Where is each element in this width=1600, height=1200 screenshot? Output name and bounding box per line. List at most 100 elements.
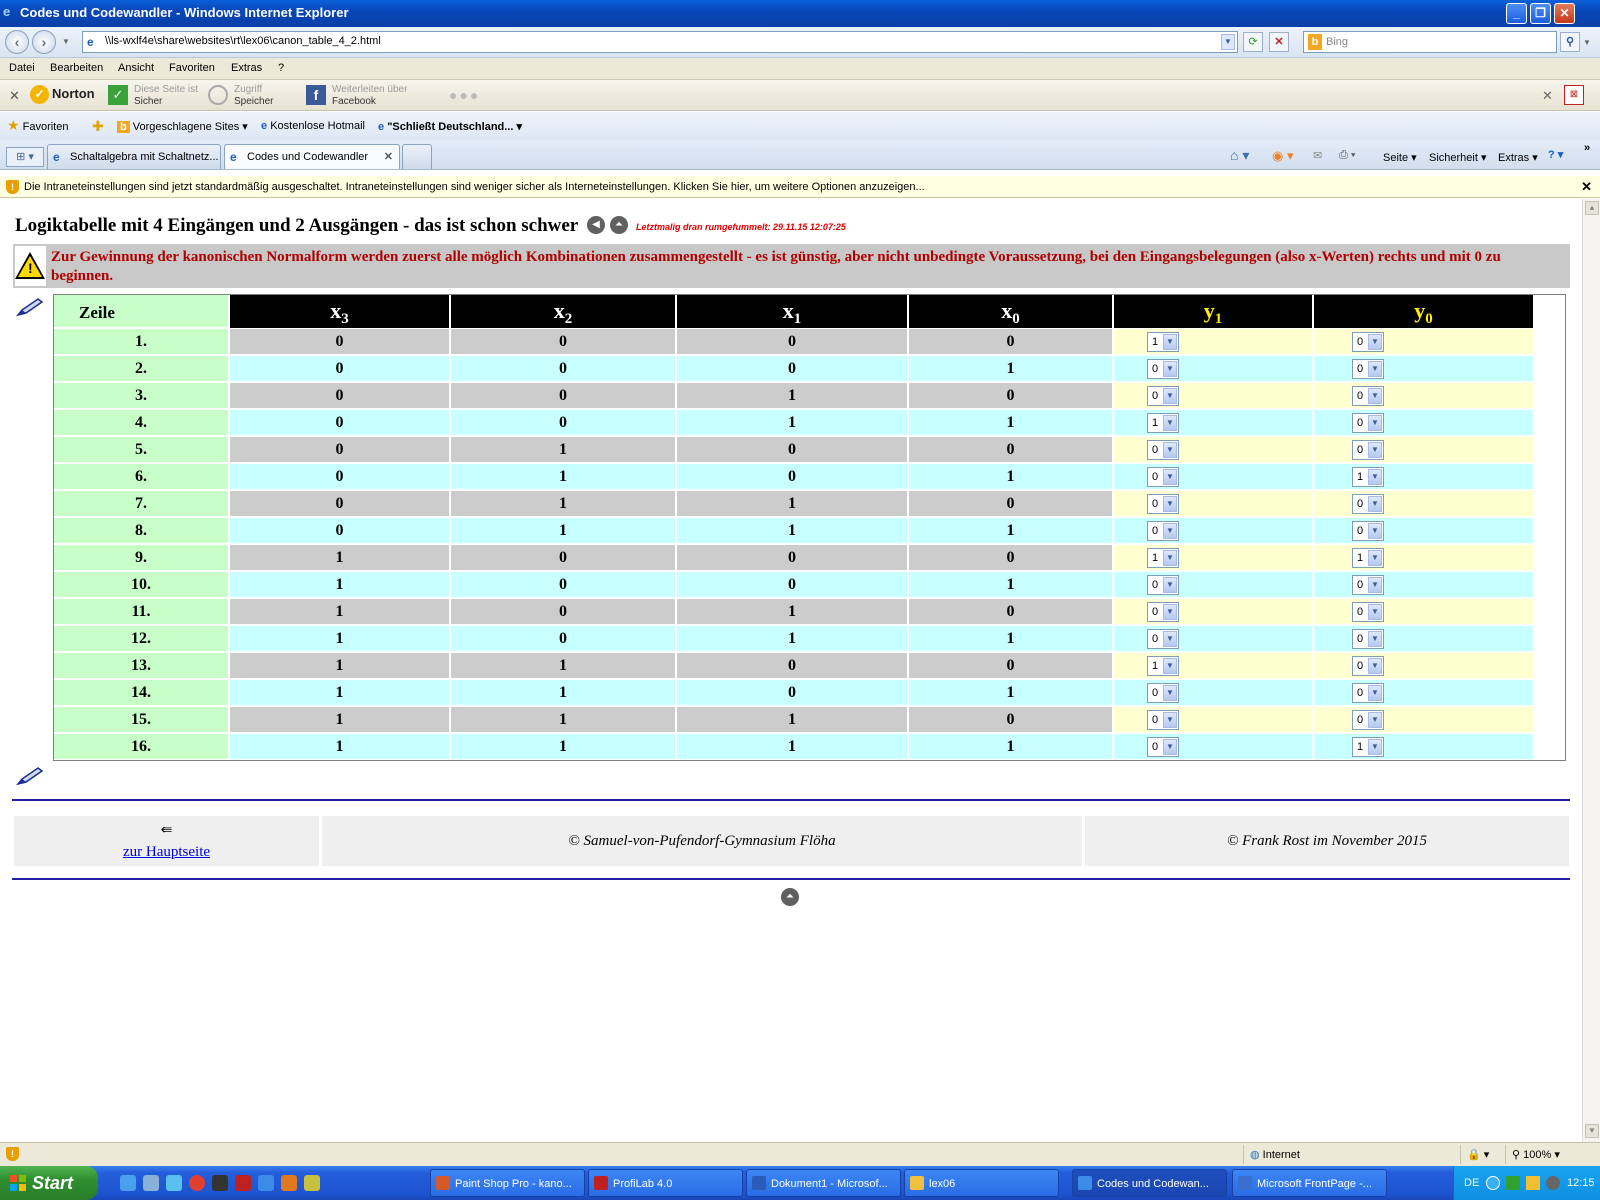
chevron-down-icon[interactable]: ▼ [1368,469,1382,485]
chevron-down-icon[interactable]: ▼ [1163,685,1177,701]
output-y1-select[interactable]: 0 ▼ [1147,521,1179,541]
chevron-down-icon[interactable]: ▼ [1368,577,1382,593]
chevron-down-icon[interactable]: ▼ [1163,604,1177,620]
output-y0-select[interactable]: 0 ▼ [1352,332,1384,352]
output-y0-select[interactable]: 0 ▼ [1352,386,1384,406]
output-y0-select[interactable]: 0 ▼ [1352,656,1384,676]
tray-warning-icon[interactable] [1526,1176,1540,1190]
output-y1-select[interactable]: 0 ▼ [1147,575,1179,595]
chevron-down-icon[interactable]: ▼ [1368,739,1382,755]
zoom-control[interactable]: ⚲ 100% ▾ [1505,1145,1600,1164]
status-shield-icon[interactable]: ! [6,1147,19,1161]
pencil-icon[interactable] [16,297,44,317]
refresh-icon[interactable]: ⟳ [1243,32,1263,52]
output-y1-select[interactable]: 0 ▼ [1147,629,1179,649]
quicklaunch-game-icon[interactable] [281,1175,297,1191]
up-circle-icon[interactable]: ⏶ [610,216,628,234]
output-y1-select[interactable]: 0 ▼ [1147,683,1179,703]
minimize-button[interactable]: _ [1506,3,1527,24]
menu-extras[interactable]: Extras [231,62,262,74]
quick-tabs-icon[interactable]: ⊞ ▾ [6,147,44,167]
pencil-icon[interactable] [16,766,44,786]
quicklaunch-misc-icon[interactable] [304,1175,320,1191]
chevron-down-icon[interactable]: ▼ [1163,712,1177,728]
tab-schaltalgebra[interactable]: e Schaltalgebra mit Schaltnetz... [47,144,221,169]
scroll-down-icon[interactable]: ▼ [1585,1124,1599,1138]
zone-indicator[interactable]: ◍ Internet [1243,1145,1453,1164]
norton-logo[interactable]: ✓ Norton [30,85,100,107]
chevron-down-icon[interactable]: ▼ [1368,388,1382,404]
tray-volume-icon[interactable] [1546,1176,1560,1190]
chevron-down-icon[interactable]: ▼ [1163,334,1177,350]
tray-network-icon[interactable] [1486,1176,1500,1190]
chevron-down-icon[interactable]: ▼ [1163,658,1177,674]
output-y0-select[interactable]: 0 ▼ [1352,359,1384,379]
url-field[interactable]: e \\ls-wxlf4e\share\websites\rt\lex06\ca… [82,31,1238,53]
tab-codes[interactable]: e Codes und Codewandler ✕ [224,144,400,169]
chevron-down-icon[interactable]: ▼ [1163,577,1177,593]
menu-ansicht[interactable]: Ansicht [118,62,154,74]
menu-help[interactable]: ? [278,62,284,74]
menu-favoriten[interactable]: Favoriten [169,62,215,74]
taskbar-profilab[interactable]: ProfiLab 4.0 [588,1169,743,1197]
maximize-button[interactable]: ❐ [1530,3,1551,24]
new-tab-button[interactable] [402,144,432,169]
home-icon[interactable]: ⌂ ▾ [1230,147,1249,164]
chevron-down-icon[interactable]: ▼ [1163,442,1177,458]
chevron-down-icon[interactable]: ▼ [1163,388,1177,404]
quicklaunch-filezilla-icon[interactable] [235,1175,251,1191]
output-y0-select[interactable]: 0 ▼ [1352,629,1384,649]
quicklaunch-icon[interactable] [143,1175,159,1191]
search-options-icon[interactable]: ▼ [1583,38,1591,47]
mail-icon[interactable]: ✉ [1313,149,1322,162]
output-y0-select[interactable]: 0 ▼ [1352,710,1384,730]
chevron-down-icon[interactable]: ▼ [1368,631,1382,647]
language-indicator[interactable]: DE [1464,1177,1479,1189]
output-y1-select[interactable]: 0 ▼ [1147,602,1179,622]
back-circle-icon[interactable]: ◀ [587,216,605,234]
more-dots-icon[interactable]: ●●● [449,87,480,103]
close-toolbar-icon[interactable]: ✕ [9,88,20,104]
taskbar-paintshop[interactable]: Paint Shop Pro - kano... [430,1169,585,1197]
chevron-down-icon[interactable]: ▼ [1163,739,1177,755]
chevron-down-icon[interactable]: ▼ [1368,604,1382,620]
output-y0-select[interactable]: 0 ▼ [1352,440,1384,460]
output-y0-select[interactable]: 0 ▼ [1352,683,1384,703]
output-y1-select[interactable]: 0 ▼ [1147,494,1179,514]
quicklaunch-chrome-icon[interactable] [189,1175,205,1191]
tools-menu[interactable]: Extras ▾ [1498,151,1538,164]
quicklaunch-desktop-icon[interactable] [120,1175,136,1191]
chevron-down-icon[interactable]: ▼ [1163,361,1177,377]
stop-icon[interactable]: ✕ [1269,32,1289,52]
page-menu[interactable]: Seite ▾ [1383,151,1417,164]
print-icon[interactable]: ⎙ ▾ [1339,149,1355,162]
chevron-down-icon[interactable]: ▼ [1163,496,1177,512]
chevron-down-icon[interactable]: ▼ [1368,361,1382,377]
output-y1-select[interactable]: 0 ▼ [1147,440,1179,460]
fav-suggested-sites[interactable]: b Vorgeschlagene Sites ▾ [117,120,248,133]
chevron-down-icon[interactable]: ▼ [1163,415,1177,431]
search-icon[interactable]: ⚲ [1560,32,1580,52]
output-y1-select[interactable]: 1 ▼ [1147,413,1179,433]
output-y1-select[interactable]: 0 ▼ [1147,467,1179,487]
quicklaunch-tool-icon[interactable] [212,1175,228,1191]
taskbar-ie-codes[interactable]: Codes und Codewan... [1072,1169,1227,1197]
vertical-scrollbar[interactable]: ▲ ▼ [1582,199,1600,1142]
info-bar[interactable]: ! Die Intraneteinstellungen sind jetzt s… [0,176,1600,198]
output-y0-select[interactable]: 1 ▼ [1352,548,1384,568]
output-y0-select[interactable]: 0 ▼ [1352,521,1384,541]
back-button[interactable]: ‹ [5,30,29,54]
taskbar-frontpage[interactable]: Microsoft FrontPage -... [1232,1169,1387,1197]
start-button[interactable]: Start [0,1166,98,1200]
output-y0-select[interactable]: 1 ▼ [1352,737,1384,757]
info-bar-close-icon[interactable]: ✕ [1581,179,1592,195]
security-menu[interactable]: Sicherheit ▾ [1429,151,1487,164]
output-y1-select[interactable]: 1 ▼ [1147,548,1179,568]
close-button[interactable]: ✕ [1554,3,1575,24]
top-circle-icon[interactable]: ⏶ [781,888,799,906]
home-link[interactable]: zur Hauptseite [14,844,319,861]
chevron-down-icon[interactable]: ▼ [1368,550,1382,566]
chevron-down-icon[interactable]: ▼ [1368,334,1382,350]
output-y0-select[interactable]: 1 ▼ [1352,467,1384,487]
chevron-down-icon[interactable]: ▼ [1163,469,1177,485]
